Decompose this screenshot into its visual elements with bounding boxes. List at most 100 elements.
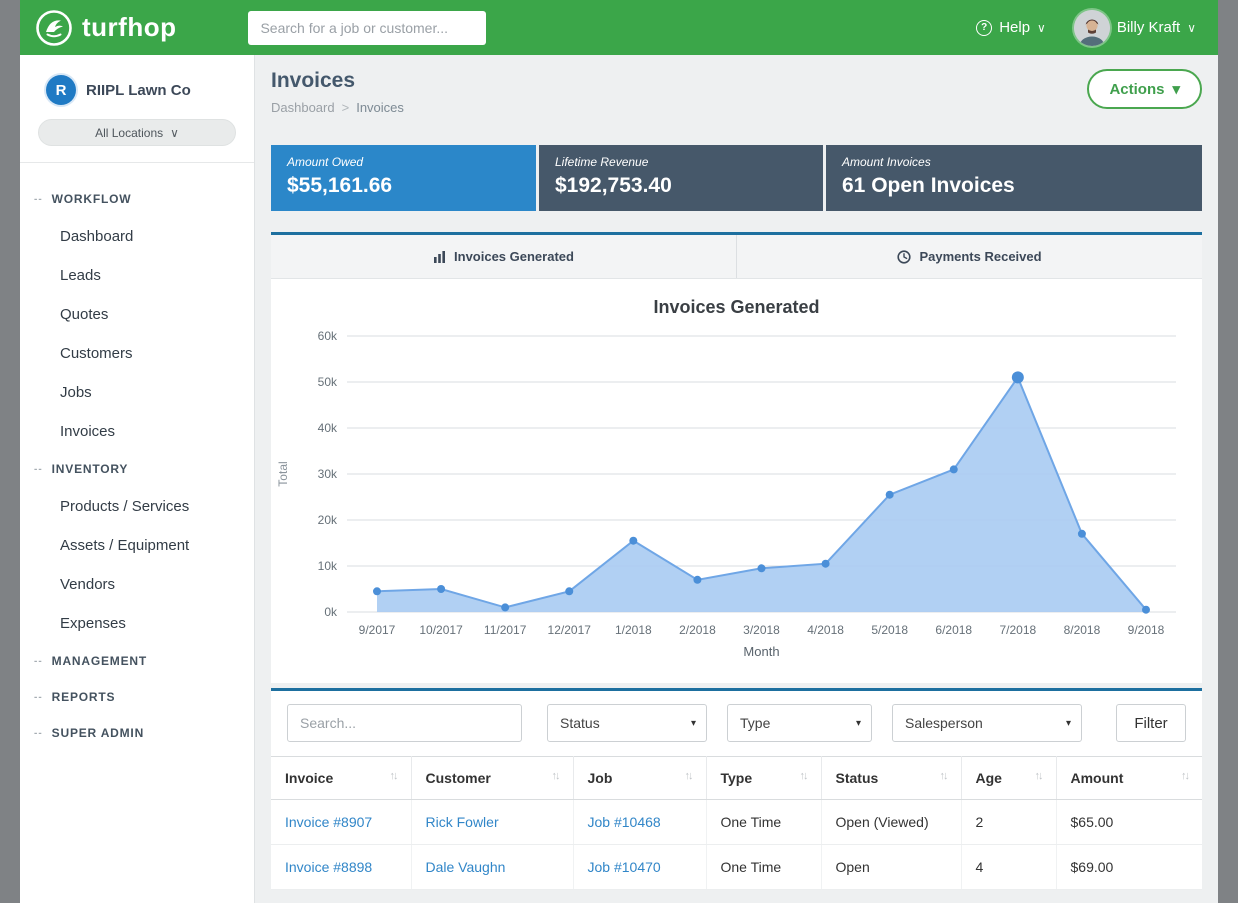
sort-icon[interactable]: ↑↓ bbox=[1035, 770, 1042, 782]
section-label: REPORTS bbox=[52, 690, 116, 704]
sort-icon[interactable]: ↑↓ bbox=[940, 770, 947, 782]
y-tick-label: 50k bbox=[318, 375, 338, 389]
data-point[interactable] bbox=[1142, 606, 1150, 614]
y-tick-label: 20k bbox=[318, 513, 338, 527]
x-tick-label: 2/2018 bbox=[679, 623, 716, 637]
customer-link[interactable]: Dale Vaughn bbox=[426, 859, 506, 875]
filter-button[interactable]: Filter bbox=[1116, 704, 1186, 742]
column-header-customer[interactable]: Customer ↑↓ bbox=[411, 757, 573, 800]
brand[interactable]: turfhop bbox=[34, 8, 176, 48]
column-header-status[interactable]: Status↑↓ bbox=[821, 757, 961, 800]
status-cell: Open bbox=[821, 845, 961, 890]
area-fill bbox=[377, 377, 1146, 612]
breadcrumb-invoices: Invoices bbox=[356, 100, 404, 115]
data-point[interactable] bbox=[693, 576, 701, 584]
column-label: Amount bbox=[1071, 770, 1124, 786]
x-tick-label: 11/2017 bbox=[484, 623, 527, 637]
caret-down-icon: ▾ bbox=[856, 718, 861, 729]
sidebar-item-invoices[interactable]: Invoices bbox=[20, 412, 254, 451]
x-tick-label: 12/2017 bbox=[548, 623, 592, 637]
salesperson-select-value: Salesperson bbox=[905, 715, 983, 731]
data-point[interactable] bbox=[565, 587, 573, 595]
global-search-input[interactable] bbox=[248, 11, 486, 45]
sidebar-item-assets-equipment[interactable]: Assets / Equipment bbox=[20, 526, 254, 565]
stat-value: $192,753.40 bbox=[555, 174, 807, 198]
actions-button[interactable]: Actions ▾ bbox=[1087, 69, 1202, 109]
sidebar-item-products-services[interactable]: Products / Services bbox=[20, 487, 254, 526]
sidebar-item-jobs[interactable]: Jobs bbox=[20, 373, 254, 412]
sort-icon[interactable]: ↑↓ bbox=[1181, 770, 1188, 782]
status-select[interactable]: Status ▾ bbox=[547, 704, 707, 742]
locations-label: All Locations bbox=[95, 126, 163, 140]
app-window: turfhop ? Help ∨ Billy Kraf bbox=[20, 0, 1218, 903]
avatar bbox=[1074, 10, 1110, 46]
tree-dash-icon: -- bbox=[34, 692, 43, 703]
job-cell: Job #10468 bbox=[573, 800, 706, 845]
type-select-value: Type bbox=[740, 715, 770, 731]
bar-chart-icon bbox=[433, 250, 446, 263]
company-name: RIIPL Lawn Co bbox=[86, 82, 191, 99]
table-search-input[interactable] bbox=[287, 704, 522, 742]
invoice-link[interactable]: Invoice #8898 bbox=[285, 859, 372, 875]
breadcrumb-dashboard[interactable]: Dashboard bbox=[271, 100, 335, 115]
sidebar-item-expenses[interactable]: Expenses bbox=[20, 604, 254, 643]
x-tick-label: 7/2018 bbox=[999, 623, 1036, 637]
column-header-age[interactable]: Age↑↓ bbox=[961, 757, 1056, 800]
x-tick-label: 4/2018 bbox=[807, 623, 844, 637]
tab-invoices-generated[interactable]: Invoices Generated bbox=[271, 235, 736, 278]
page-title: Invoices bbox=[271, 69, 404, 93]
job-link[interactable]: Job #10468 bbox=[588, 814, 661, 830]
data-point[interactable] bbox=[373, 587, 381, 595]
locations-selector[interactable]: All Locations ∨ bbox=[38, 119, 236, 146]
sidebar-section-management[interactable]: --MANAGEMENT bbox=[20, 643, 254, 679]
sidebar-item-vendors[interactable]: Vendors bbox=[20, 565, 254, 604]
sidebar-item-dashboard[interactable]: Dashboard bbox=[20, 217, 254, 256]
type-select[interactable]: Type ▾ bbox=[727, 704, 872, 742]
job-link[interactable]: Job #10470 bbox=[588, 859, 661, 875]
data-point[interactable] bbox=[822, 560, 830, 568]
invoices-chart-svg: 0k10k20k30k40k50k60k9/201710/201711/2017… bbox=[271, 322, 1198, 672]
sidebar-item-customers[interactable]: Customers bbox=[20, 334, 254, 373]
data-point[interactable] bbox=[1012, 371, 1024, 383]
sidebar-section-super-admin[interactable]: --SUPER ADMIN bbox=[20, 715, 254, 751]
data-point[interactable] bbox=[629, 537, 637, 545]
data-point[interactable] bbox=[437, 585, 445, 593]
help-menu[interactable]: ? Help ∨ bbox=[976, 19, 1046, 36]
sidebar-item-quotes[interactable]: Quotes bbox=[20, 295, 254, 334]
column-header-invoice[interactable]: Invoice↑↓ bbox=[271, 757, 411, 800]
sort-icon[interactable]: ↑↓ bbox=[685, 770, 692, 782]
sort-icon[interactable]: ↑↓ bbox=[800, 770, 807, 782]
sidebar-section-inventory[interactable]: --INVENTORY bbox=[20, 451, 254, 487]
company-row[interactable]: R RIIPL Lawn Co bbox=[20, 55, 254, 119]
column-header-amount[interactable]: Amount ↑↓ bbox=[1056, 757, 1202, 800]
chevron-down-icon: ∨ bbox=[170, 126, 179, 140]
sort-icon[interactable]: ↑↓ bbox=[552, 770, 559, 782]
y-tick-label: 30k bbox=[318, 467, 338, 481]
column-header-job[interactable]: Job↑↓ bbox=[573, 757, 706, 800]
column-header-type[interactable]: Type↑↓ bbox=[706, 757, 821, 800]
sidebar-section-reports[interactable]: -- REPORTS bbox=[20, 679, 254, 715]
customer-cell: Rick Fowler bbox=[411, 800, 573, 845]
data-point[interactable] bbox=[886, 491, 894, 499]
sidebar-item-leads[interactable]: Leads bbox=[20, 256, 254, 295]
customer-link[interactable]: Rick Fowler bbox=[426, 814, 499, 830]
data-point[interactable] bbox=[758, 564, 766, 572]
data-point[interactable] bbox=[950, 465, 958, 473]
user-menu[interactable]: Billy Kraft ∨ bbox=[1074, 10, 1196, 46]
sidebar-section-workflow[interactable]: --WORKFLOW bbox=[20, 181, 254, 217]
salesperson-select[interactable]: Salesperson ▾ bbox=[892, 704, 1082, 742]
invoice-link[interactable]: Invoice #8907 bbox=[285, 814, 372, 830]
actions-label: Actions bbox=[1109, 81, 1164, 98]
caret-down-icon: ▾ bbox=[1066, 718, 1071, 729]
tab-payments-received[interactable]: Payments Received bbox=[736, 235, 1202, 278]
brand-name: turfhop bbox=[82, 12, 176, 43]
column-label: Customer bbox=[426, 770, 491, 786]
sort-icon[interactable]: ↑↓ bbox=[390, 770, 397, 782]
caret-down-icon: ▾ bbox=[1172, 80, 1180, 98]
data-point[interactable] bbox=[1078, 530, 1086, 538]
section-label: SUPER ADMIN bbox=[52, 726, 144, 740]
stats-row: Amount Owed$55,161.66Lifetime Revenue$19… bbox=[271, 145, 1202, 211]
data-point[interactable] bbox=[501, 603, 509, 611]
chart-card: Invoices Generated Payments Received Inv… bbox=[271, 232, 1202, 683]
caret-down-icon: ▾ bbox=[691, 718, 696, 729]
